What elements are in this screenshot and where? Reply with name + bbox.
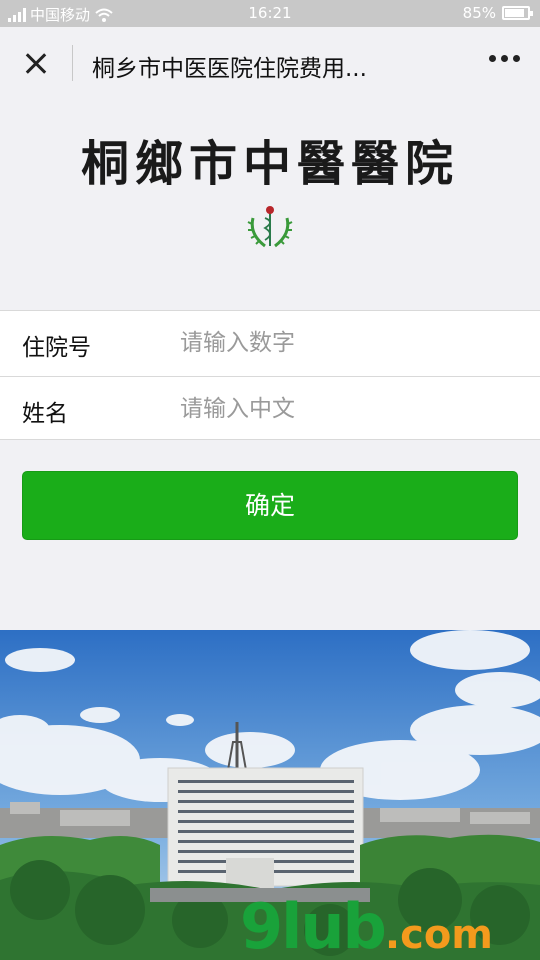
status-right: 85% (462, 4, 533, 22)
battery-fill (505, 9, 524, 17)
patient-form: 住院号 姓名 (0, 310, 540, 440)
close-icon[interactable] (14, 43, 58, 83)
form-row-name: 姓名 (0, 376, 540, 441)
hospital-number-label: 住院号 (22, 335, 91, 361)
nav-divider (72, 45, 73, 81)
battery-icon (502, 6, 533, 20)
status-bar: 中国移动 16:21 85% (0, 0, 540, 27)
hospital-emblem-icon (247, 206, 293, 248)
watermark-main: 9lub (240, 890, 387, 960)
more-options-icon[interactable] (489, 55, 520, 62)
battery-percent: 85% (462, 4, 496, 22)
watermark-suffix: .com (384, 912, 493, 958)
form-row-hospital-number: 住院号 (0, 311, 540, 376)
name-input[interactable] (180, 391, 520, 427)
name-label: 姓名 (22, 401, 68, 427)
hospital-name-calligraphy: 桐鄉市中醫醫院 (80, 136, 459, 192)
page-title: 桐乡市中医医院住院费用... (92, 56, 367, 82)
nav-bar: 桐乡市中医医院住院费用... (0, 27, 540, 99)
hospital-number-input[interactable] (180, 325, 520, 361)
status-time: 16:21 (248, 4, 292, 22)
confirm-button[interactable]: 确定 (22, 471, 518, 540)
watermark: 9lub.com (240, 890, 493, 960)
